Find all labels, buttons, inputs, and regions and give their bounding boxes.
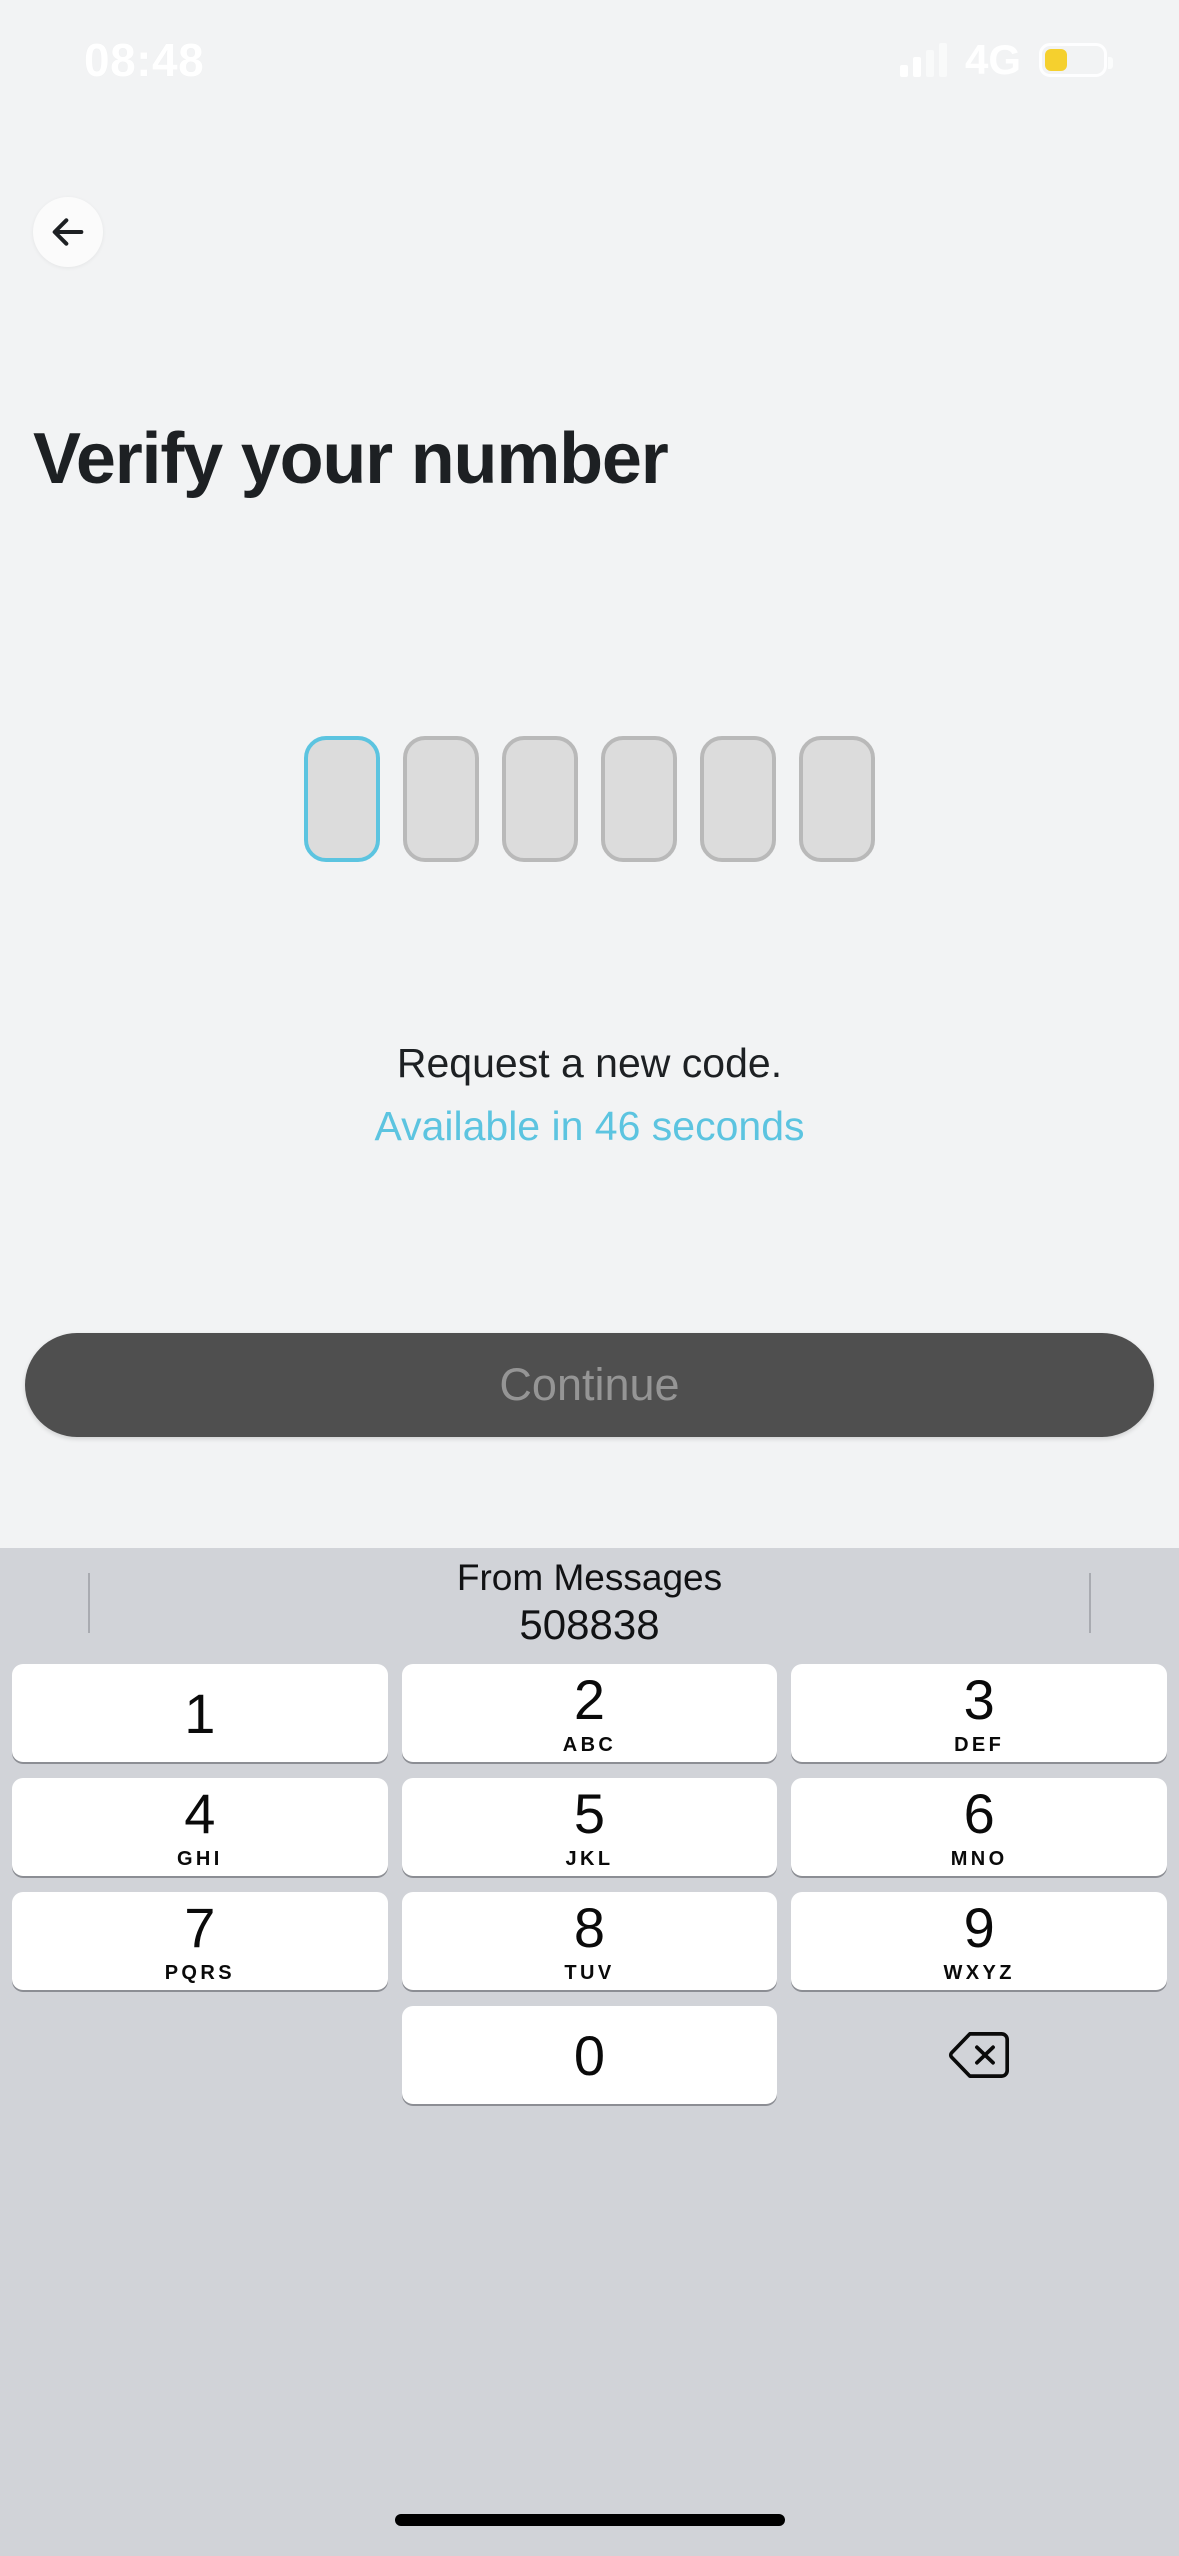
keypad-row-1: 1 2 ABC 3 DEF (12, 1664, 1168, 1762)
key-digit: 4 (184, 1781, 216, 1845)
resend-code-section: Request a new code. Available in 46 seco… (0, 1035, 1179, 1154)
key-letters: ABC (562, 1733, 617, 1756)
key-digit: 7 (184, 1895, 216, 1959)
keypad-row-2: 4 GHI 5 JKL 6 MNO (12, 1778, 1168, 1876)
otp-digit-3[interactable] (502, 736, 578, 862)
autofill-code-value: 508838 (519, 1601, 660, 1649)
key-2[interactable]: 2 ABC (401, 1664, 778, 1762)
battery-fill (1045, 49, 1068, 71)
backspace-delete-icon (949, 2032, 1010, 2078)
continue-button[interactable]: Continue (25, 1333, 1154, 1437)
key-9[interactable]: 9 WXYZ (791, 1892, 1168, 1990)
key-4[interactable]: 4 GHI (12, 1778, 388, 1876)
otp-digit-6[interactable] (799, 736, 875, 862)
key-6[interactable]: 6 MNO (791, 1778, 1168, 1876)
resend-countdown-label: Available in 46 seconds (374, 1102, 805, 1149)
key-7[interactable]: 7 PQRS (12, 1892, 388, 1990)
page-title: Verify your number (33, 419, 669, 499)
key-digit: 9 (963, 1895, 995, 1959)
key-letters: MNO (950, 1847, 1008, 1870)
status-bar-indicators: 4G (899, 36, 1113, 83)
key-5[interactable]: 5 JKL (401, 1778, 778, 1876)
request-new-code-label[interactable]: Request a new code. (0, 1035, 1179, 1092)
otp-digit-4[interactable] (601, 736, 677, 862)
key-digit: 8 (573, 1895, 606, 1959)
key-3[interactable]: 3 DEF (791, 1664, 1168, 1762)
key-digit: 5 (573, 1781, 606, 1845)
continue-button-label: Continue (499, 1359, 680, 1410)
arrow-left-icon (52, 218, 84, 246)
keypad-row-3: 7 PQRS 8 TUV 9 WXYZ (12, 1892, 1168, 1990)
otp-input-group (0, 736, 1179, 862)
key-0[interactable]: 0 (401, 2006, 778, 2104)
key-digit: 3 (963, 1667, 995, 1731)
key-digit: 2 (573, 1667, 606, 1731)
back-button[interactable] (33, 197, 103, 267)
phone-screen: 08:48 4G Verify your number Request a ne… (0, 0, 1179, 2556)
keypad: 1 2 ABC 3 DEF 4 GHI 5 JKL 6 MNO 7 PQRS 8… (0, 1658, 1179, 2104)
status-bar: 08:48 4G (0, 0, 1179, 120)
key-8[interactable]: 8 TUV (401, 1892, 778, 1990)
key-1[interactable]: 1 (12, 1664, 388, 1762)
keypad-spacer (12, 2006, 388, 2104)
otp-digit-2[interactable] (403, 736, 479, 862)
keypad-row-4: 0 (12, 2006, 1167, 2104)
autofill-suggestion[interactable]: From Messages 508838 (0, 1548, 1179, 1658)
numeric-keyboard: From Messages 508838 1 2 ABC 3 DEF 4 GHI… (0, 1548, 1179, 2556)
home-indicator (394, 2514, 785, 2526)
key-letters: JKL (565, 1847, 614, 1870)
key-letters: TUV (564, 1961, 615, 1984)
autofill-source-label: From Messages (456, 1557, 723, 1599)
key-letters: DEF (954, 1733, 1005, 1756)
network-type-label: 4G (964, 36, 1021, 83)
otp-digit-5[interactable] (700, 736, 776, 862)
status-bar-time: 08:48 (84, 34, 205, 86)
key-letters: WXYZ (943, 1961, 1015, 1984)
delete-key[interactable] (791, 2006, 1167, 2104)
key-letters: PQRS (164, 1961, 235, 1984)
battery-icon (1039, 43, 1113, 77)
key-digit: 0 (573, 2024, 606, 2087)
key-digit: 6 (963, 1781, 995, 1845)
otp-digit-1[interactable] (304, 736, 380, 862)
key-digit: 1 (184, 1682, 216, 1745)
key-letters: GHI (176, 1847, 223, 1870)
cellular-signal-icon (899, 43, 947, 77)
